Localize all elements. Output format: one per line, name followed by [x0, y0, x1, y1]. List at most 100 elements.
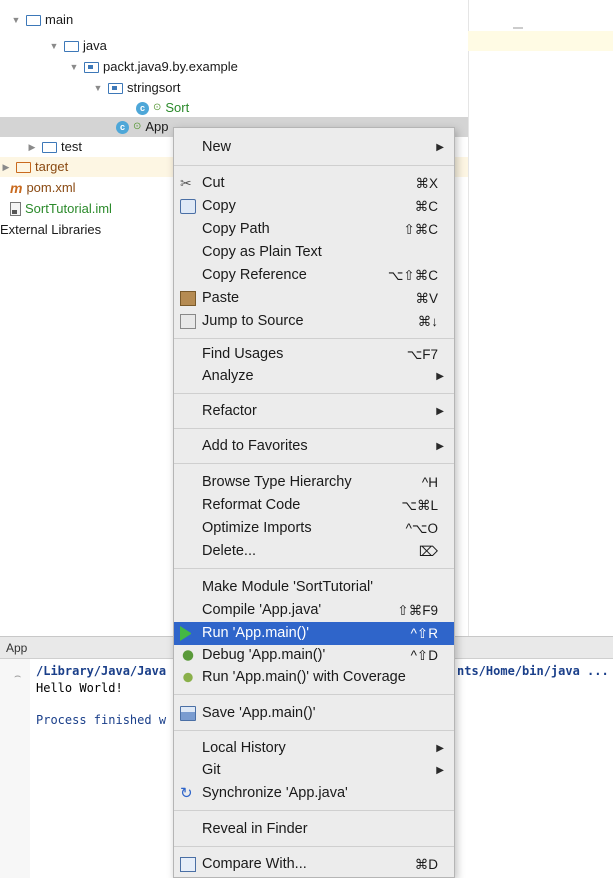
- menu-item-delete[interactable]: Delete... ⌦: [174, 540, 454, 563]
- menu-item-browse-type-hierarchy[interactable]: Browse Type Hierarchy ^H: [174, 471, 454, 494]
- menu-item-label: Copy as Plain Text: [202, 244, 322, 260]
- menu-item-refactor[interactable]: Refactor ▶: [174, 400, 454, 423]
- menu-item-label: Run 'App.main()': [202, 625, 310, 641]
- menu-item-label: Analyze: [202, 368, 254, 384]
- tree-item-java[interactable]: ▼ java: [48, 36, 107, 56]
- submenu-arrow-icon: ▶: [436, 371, 444, 382]
- menu-item-copy-plain-text[interactable]: Copy as Plain Text: [174, 241, 454, 264]
- menu-item-compile[interactable]: Compile 'App.java' ⇧⌘F9: [174, 599, 454, 622]
- menu-item-label: Debug 'App.main()': [202, 647, 326, 663]
- menu-item-label: Add to Favorites: [202, 438, 308, 454]
- compare-icon: [180, 857, 196, 872]
- menu-item-copy-path[interactable]: Copy Path ⇧⌘C: [174, 218, 454, 241]
- menu-item-copy[interactable]: Copy ⌘C: [174, 195, 454, 218]
- tree-item-label: App: [145, 119, 169, 134]
- menu-item-new[interactable]: New ▶: [174, 136, 454, 159]
- tree-item-label: main: [45, 12, 74, 27]
- menu-item-label: Find Usages: [202, 346, 284, 362]
- menu-item-find-usages[interactable]: Find Usages ⌥F7: [174, 343, 454, 366]
- tree-item-test[interactable]: ▶ test: [26, 137, 82, 157]
- iml-file-icon: [10, 202, 21, 216]
- menu-item-label: Local History: [202, 740, 286, 756]
- menu-shortcut: ⌘↓: [417, 314, 438, 329]
- menu-item-git[interactable]: Git ▶: [174, 759, 454, 782]
- menu-item-label: Delete...: [202, 543, 256, 559]
- menu-shortcut: ⌘D: [414, 857, 438, 872]
- expand-arrow-icon[interactable]: ▼: [68, 57, 80, 77]
- jump-to-source-icon: [180, 314, 196, 329]
- menu-item-save[interactable]: Save 'App.main()': [174, 702, 454, 725]
- menu-separator: [174, 810, 454, 811]
- tree-item-label: SortTutorial.iml: [25, 201, 112, 216]
- expand-arrow-icon[interactable]: ▼: [92, 78, 104, 98]
- menu-shortcut: ^⇧D: [410, 648, 438, 663]
- run-icon: [180, 626, 196, 641]
- menu-shortcut: ^⌥O: [405, 521, 438, 536]
- console-process-status: Process finished w: [36, 713, 167, 727]
- menu-item-paste[interactable]: Paste ⌘V: [174, 287, 454, 310]
- menu-shortcut: ⌘V: [415, 291, 438, 306]
- expand-arrow-icon[interactable]: ▼: [10, 10, 22, 30]
- tree-item-pom[interactable]: m pom.xml: [10, 178, 76, 198]
- current-line-highlight: [468, 31, 613, 51]
- class-icon: c: [136, 101, 149, 115]
- menu-item-analyze[interactable]: Analyze ▶: [174, 365, 454, 388]
- menu-item-optimize-imports[interactable]: Optimize Imports ^⌥O: [174, 517, 454, 540]
- tree-item-label: test: [61, 139, 82, 154]
- tree-item-iml[interactable]: SortTutorial.iml: [10, 199, 112, 219]
- submenu-arrow-icon: ▶: [436, 406, 444, 417]
- menu-shortcut: ⌦: [418, 544, 438, 559]
- menu-separator: [174, 694, 454, 695]
- tree-item-label: stringsort: [127, 80, 181, 95]
- menu-separator: [174, 393, 454, 394]
- collapse-arrow-icon[interactable]: ▶: [0, 157, 12, 177]
- menu-shortcut: ⇧⌘F9: [397, 603, 438, 618]
- tree-item-main[interactable]: ▼ main: [10, 10, 74, 30]
- menu-separator: [174, 568, 454, 569]
- menu-item-label: Copy Reference: [202, 267, 307, 283]
- console-command-line-end: nts/Home/bin/java ...: [457, 664, 609, 678]
- collapse-arrow-icon[interactable]: ▶: [26, 137, 38, 157]
- menu-shortcut: ⌥⇧⌘C: [387, 268, 438, 283]
- menu-item-label: Git: [202, 762, 221, 778]
- sync-icon: ↻: [180, 785, 193, 802]
- menu-item-make-module[interactable]: Make Module 'SortTutorial': [174, 576, 454, 599]
- menu-item-label: Make Module 'SortTutorial': [202, 579, 374, 595]
- scissors-icon: ✂: [180, 175, 192, 191]
- tree-item-package[interactable]: ▼ packt.java9.by.example: [68, 57, 238, 77]
- menu-item-cut[interactable]: ✂ Cut ⌘X: [174, 172, 454, 195]
- menu-item-label: Run 'App.main()' with Coverage: [202, 669, 406, 685]
- menu-item-label: Copy Path: [202, 221, 270, 237]
- menu-item-reveal-in-finder[interactable]: Reveal in Finder: [174, 818, 454, 841]
- menu-item-label: Copy: [202, 198, 236, 214]
- tree-item-label: Sort: [165, 100, 190, 115]
- menu-item-label: Browse Type Hierarchy: [202, 474, 352, 490]
- menu-item-run[interactable]: Run 'App.main()' ^⇧R: [174, 622, 454, 645]
- menu-item-jump-to-source[interactable]: Jump to Source ⌘↓: [174, 310, 454, 333]
- tree-item-external-libraries[interactable]: External Libraries: [0, 220, 101, 240]
- folder-icon: [26, 14, 41, 26]
- menu-item-local-history[interactable]: Local History ▶: [174, 737, 454, 760]
- expand-arrow-icon[interactable]: ▼: [48, 36, 60, 56]
- tree-item-stringsort[interactable]: ▼ stringsort: [92, 78, 181, 98]
- debug-icon: [180, 648, 196, 663]
- tree-item-label: target: [35, 159, 69, 174]
- menu-item-copy-reference[interactable]: Copy Reference ⌥⇧⌘C: [174, 264, 454, 287]
- menu-item-compare-with[interactable]: Compare With... ⌘D: [174, 853, 454, 876]
- menu-separator: [174, 165, 454, 166]
- menu-item-run-with-coverage[interactable]: Run 'App.main()' with Coverage: [174, 666, 454, 689]
- menu-item-debug[interactable]: Debug 'App.main()' ^⇧D: [174, 644, 454, 667]
- menu-shortcut: ⌥⌘L: [401, 498, 438, 513]
- menu-item-label: Synchronize 'App.java': [202, 785, 348, 801]
- menu-item-add-to-favorites[interactable]: Add to Favorites ▶: [174, 435, 454, 458]
- editor-area[interactable]: [468, 0, 613, 636]
- menu-item-synchronize[interactable]: ↻ Synchronize 'App.java': [174, 782, 454, 805]
- tree-item-label: packt.java9.by.example: [103, 59, 238, 74]
- menu-shortcut: ^H: [421, 475, 438, 490]
- tree-item-sort[interactable]: c ⊙ Sort: [136, 98, 189, 118]
- source-folder-icon: [64, 40, 79, 52]
- menu-shortcut: ⇧⌘C: [403, 222, 438, 237]
- gutter-marker: [513, 27, 523, 29]
- package-icon: [108, 82, 123, 94]
- menu-item-reformat-code[interactable]: Reformat Code ⌥⌘L: [174, 494, 454, 517]
